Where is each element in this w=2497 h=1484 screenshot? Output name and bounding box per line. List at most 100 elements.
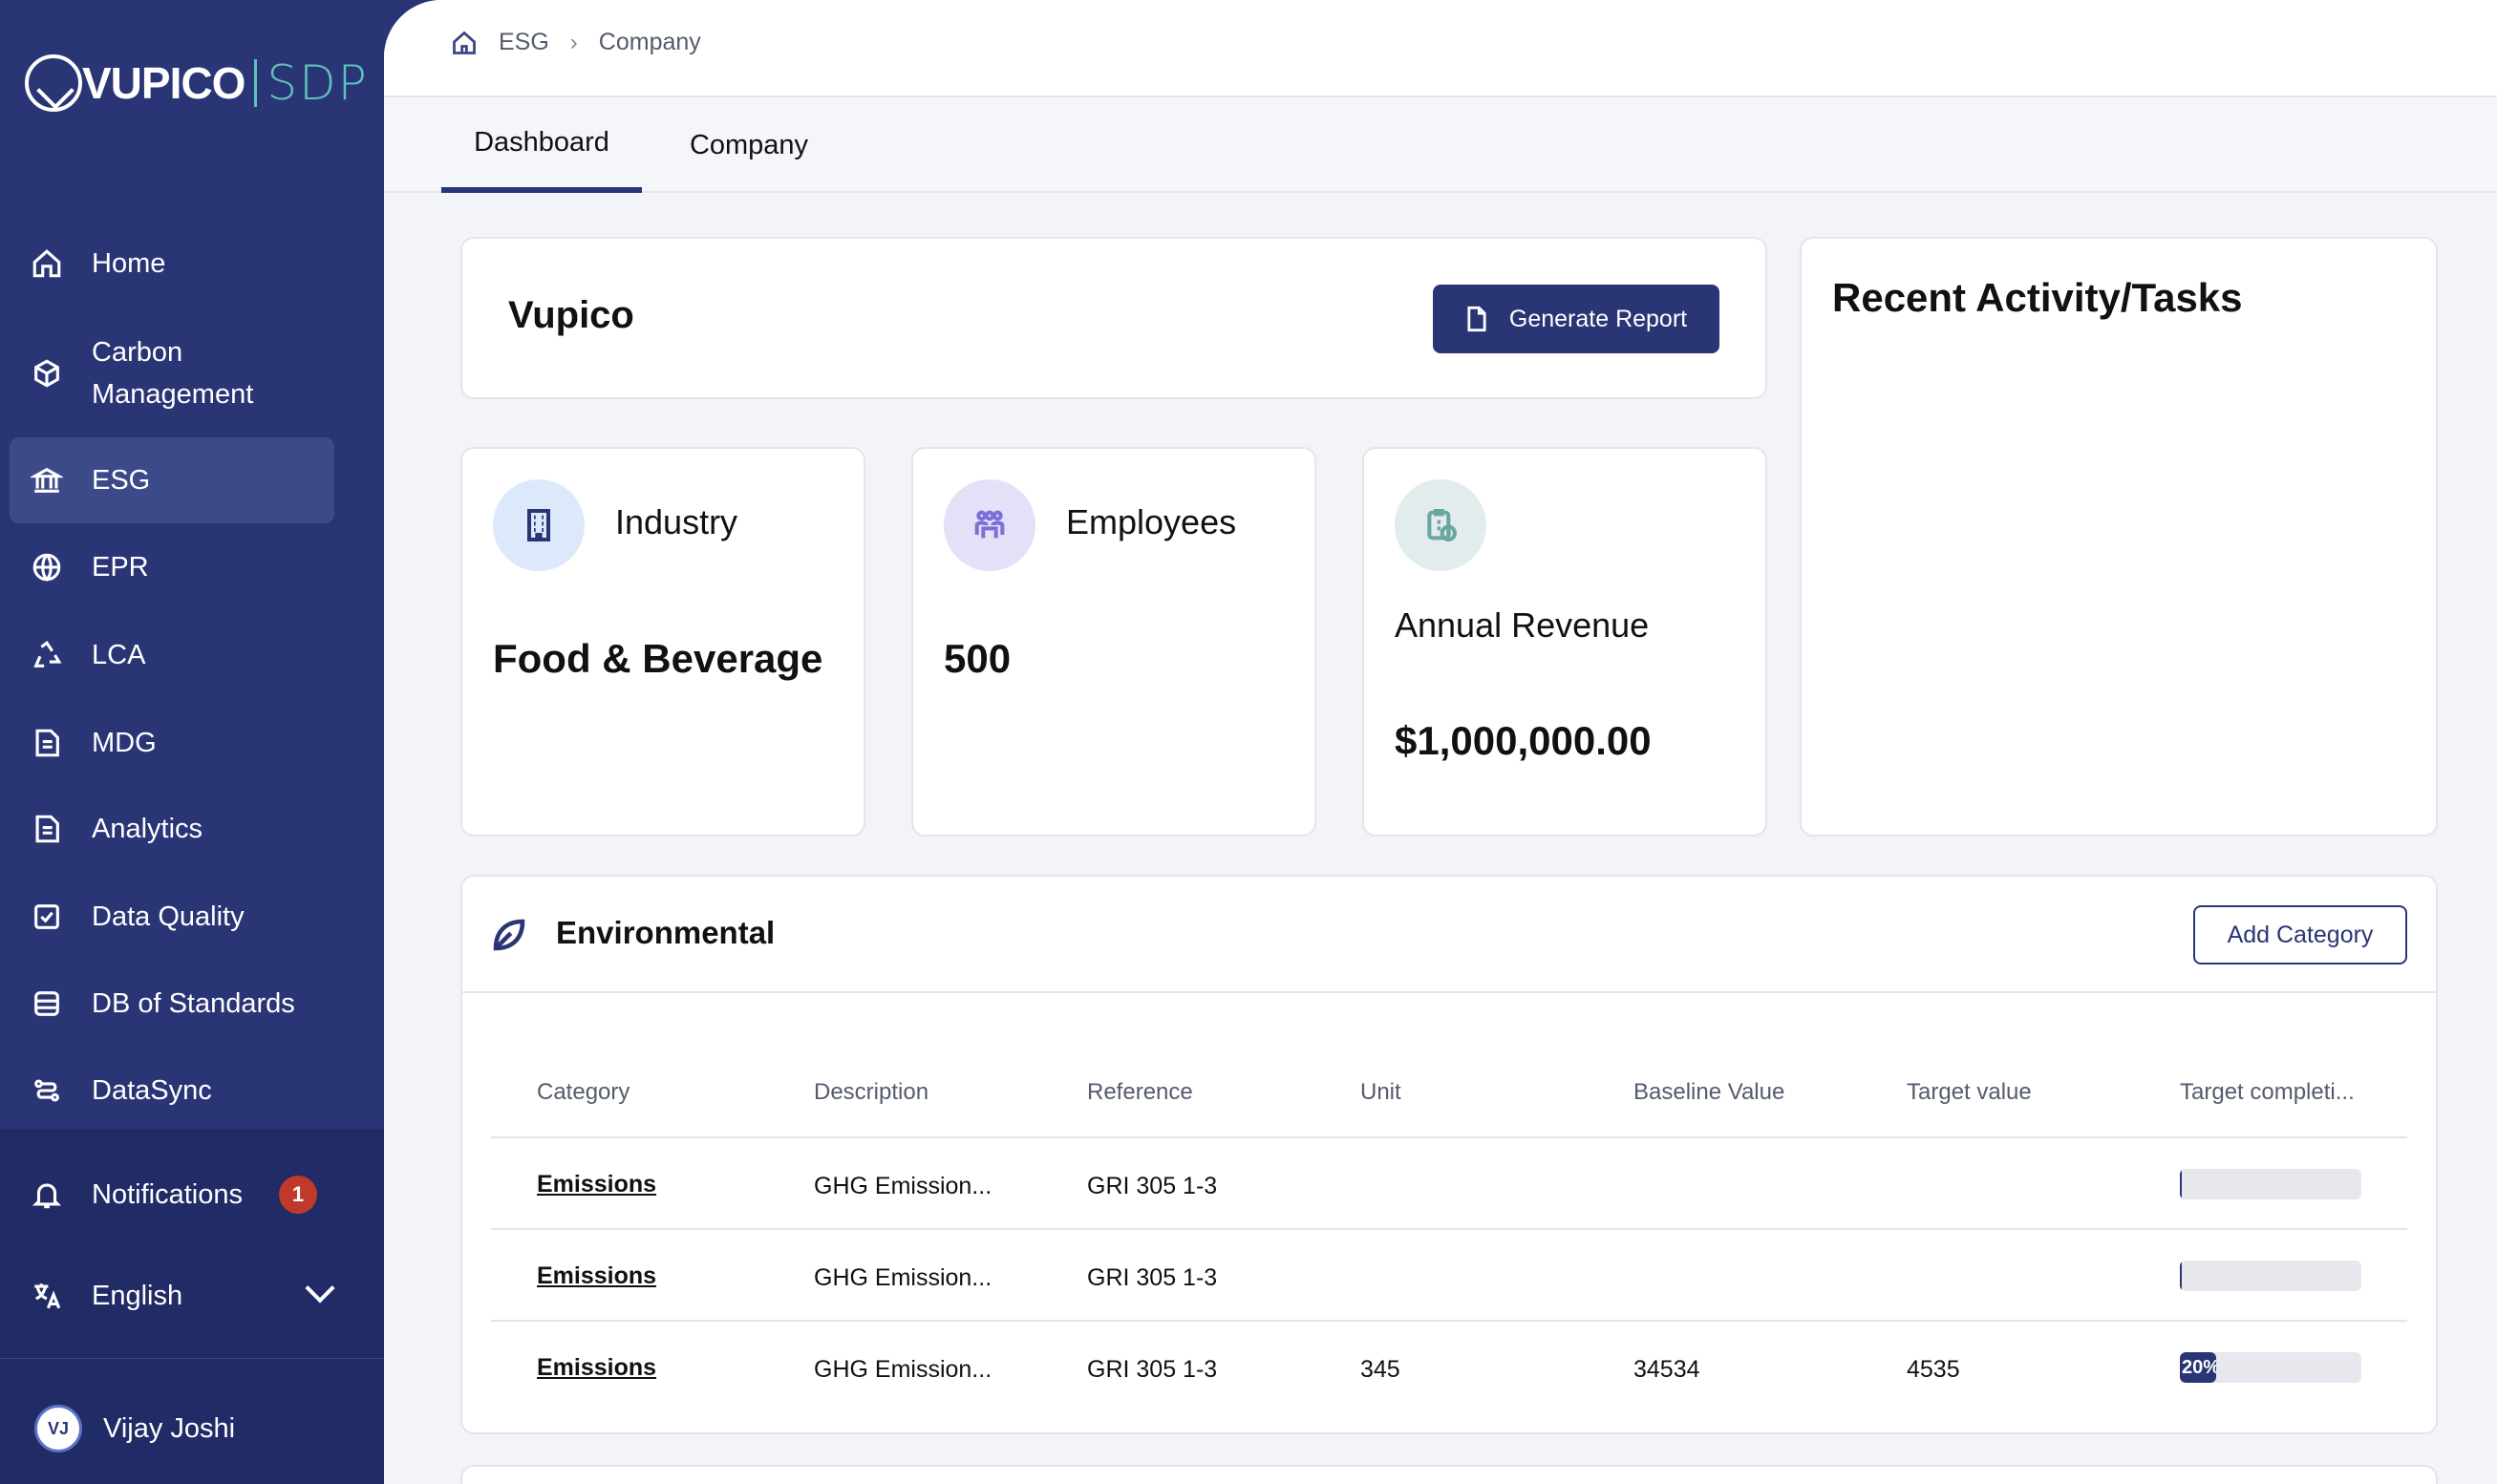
table-row-target: 4535 [1907,1356,1960,1383]
sidebar-item-analytics[interactable]: Analytics [10,808,334,850]
company-name: Vupico [508,294,634,336]
table-row-description: GHG Emission... [814,1173,992,1199]
generate-report-button[interactable]: Generate Report [1433,285,1719,353]
column-header-unit[interactable]: Unit [1360,1079,1401,1106]
environmental-header: Environmental Add Category [462,877,2436,993]
social-card [460,1465,2438,1484]
industry-value: Food & Beverage [493,636,823,681]
column-header-target-completion[interactable]: Target completi... [2180,1079,2355,1106]
logo[interactable]: VUPICO SDP [25,50,369,117]
bank-icon [31,464,63,497]
table-row-divider [491,1320,2407,1322]
sidebar-item-label: DataSync [92,1075,212,1106]
industry-card: Industry Food & Beverage [460,447,865,837]
tab-dashboard[interactable]: Dashboard [441,97,642,193]
column-header-baseline-value[interactable]: Baseline Value [1633,1079,1784,1106]
completion-progress-fill [2180,1261,2182,1291]
home-icon[interactable] [451,30,478,56]
table-row-reference: GRI 305 1-3 [1087,1356,1218,1383]
sidebar-item-epr[interactable]: EPR [10,546,334,588]
tab-company[interactable]: Company [642,97,856,193]
breadcrumb-item-esg[interactable]: ESG [499,29,549,56]
revenue-clipboard-icon [1395,479,1486,571]
sidebar-item-mdg[interactable]: MDG [10,722,334,764]
leaf-logo-icon [25,54,82,112]
completion-progress-fill: 20% [2180,1352,2216,1383]
tab-bar: Dashboard Company [384,97,2497,193]
document-icon [31,813,63,845]
sidebar-item-lca[interactable]: LCA [10,634,334,676]
table-row-divider [491,1228,2407,1230]
table-row-category-link[interactable]: Emissions [537,1171,656,1198]
employees-label: Employees [1066,502,1237,541]
industry-label: Industry [615,502,738,541]
sidebar-item-label: Home [92,248,166,279]
completion-progress-fill [2180,1169,2182,1199]
environmental-card: Environmental Add Category Category Desc… [460,875,2438,1434]
revenue-card: Annual Revenue $1,000,000.00 [1362,447,1767,837]
language-selector[interactable]: English [10,1272,384,1320]
recent-activity-title: Recent Activity/Tasks [1832,275,2243,320]
chevron-down-icon [305,1273,335,1304]
sidebar-item-label: Data Quality [92,901,245,932]
user-name: Vijay Joshi [103,1413,236,1444]
table-divider [491,1136,2407,1138]
notifications-button[interactable]: Notifications 1 [10,1171,334,1219]
table-row-reference: GRI 305 1-3 [1087,1264,1218,1291]
document-icon [31,727,63,759]
home-icon [31,247,63,280]
globe-icon [31,551,63,583]
sidebar-item-label: LCA [92,640,146,670]
main-content: ESG › Company Dashboard Company Vupico G… [384,0,2497,1484]
sidebar-item-label: Analytics [92,814,203,844]
completion-progress-bar [2180,1169,2361,1199]
add-category-button[interactable]: Add Category [2193,905,2407,965]
sidebar-item-carbon-management[interactable]: Carbon Management [10,330,334,416]
sidebar: VUPICO SDP Home Carbon Management ESG EP… [0,0,384,1484]
avatar: VJ [34,1405,82,1452]
table-row-unit: 345 [1360,1356,1400,1383]
sidebar-item-esg[interactable]: ESG [10,437,334,523]
logo-divider [254,59,258,107]
table-row-description: GHG Emission... [814,1356,992,1383]
revenue-value: $1,000,000.00 [1395,718,1652,763]
cube-icon [31,357,63,390]
sidebar-item-home[interactable]: Home [10,243,334,285]
column-header-category[interactable]: Category [537,1079,630,1106]
column-header-description[interactable]: Description [814,1079,928,1106]
checkbox-icon [31,901,63,933]
revenue-label: Annual Revenue [1395,605,1650,645]
sidebar-item-label: MDG [92,728,157,758]
logo-text: VUPICO [82,58,245,108]
recycle-icon [31,639,63,671]
sidebar-item-datasync[interactable]: DataSync [10,1070,334,1112]
sidebar-item-db-of-standards[interactable]: DB of Standards [10,983,334,1025]
users-icon [944,479,1035,571]
environmental-title: Environmental [556,915,776,950]
leaf-icon [489,915,529,955]
sidebar-divider [0,1358,384,1359]
bell-icon [31,1178,63,1211]
sidebar-item-data-quality[interactable]: Data Quality [10,896,334,938]
language-label: English [92,1281,183,1311]
logo-product: SDP [267,55,369,111]
user-profile[interactable]: VJ Vijay Joshi [10,1402,334,1455]
sidebar-item-label: Carbon Management [92,337,254,410]
recent-activity-card: Recent Activity/Tasks [1800,237,2438,837]
completion-progress-bar: 20% [2180,1352,2361,1383]
notifications-label: Notifications [92,1179,243,1210]
translate-icon [31,1280,63,1312]
completion-progress-bar [2180,1261,2361,1291]
column-header-target-value[interactable]: Target value [1907,1079,2032,1106]
sidebar-item-label: EPR [92,552,149,583]
table-row-category-link[interactable]: Emissions [537,1354,656,1382]
breadcrumb-separator-icon: › [569,29,578,55]
table-row-category-link[interactable]: Emissions [537,1262,656,1290]
column-header-reference[interactable]: Reference [1087,1079,1193,1106]
building-icon [493,479,585,571]
employees-value: 500 [944,636,1012,681]
table-row-baseline: 34534 [1633,1356,1700,1383]
employees-card: Employees 500 [911,447,1316,837]
breadcrumb: ESG › Company [451,29,701,56]
sidebar-item-label: DB of Standards [92,988,295,1019]
